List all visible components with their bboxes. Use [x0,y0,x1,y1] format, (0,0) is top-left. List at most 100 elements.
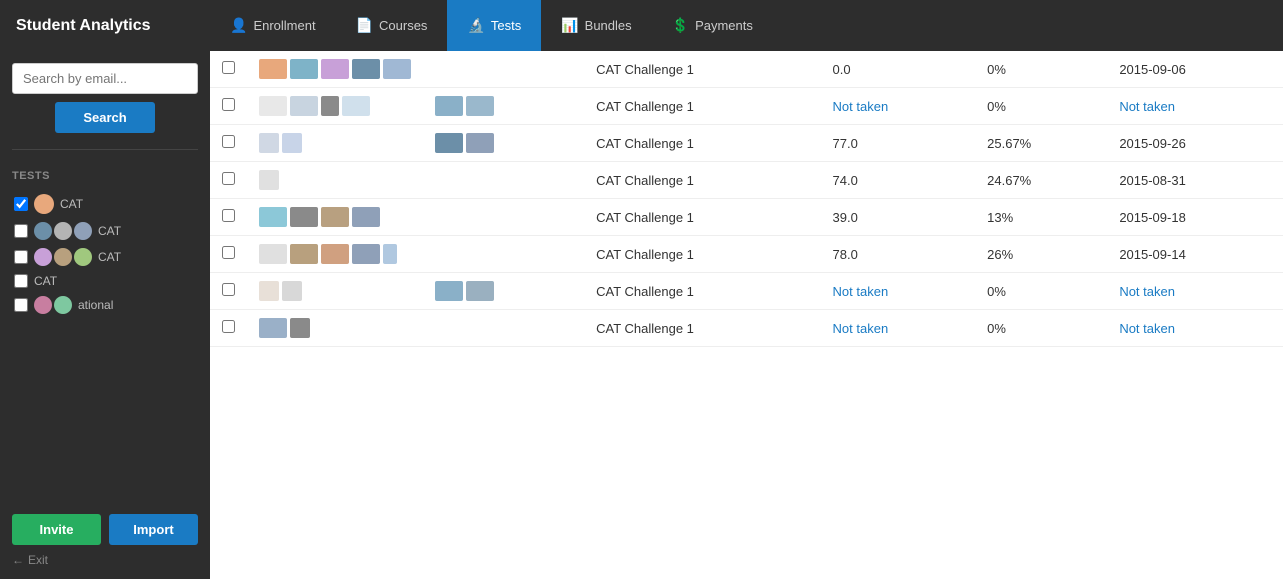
date-cell: Not taken [1107,310,1283,347]
table-row: CAT Challenge 1 0.0 0% 2015-09-06 [210,51,1283,88]
table-row: CAT Challenge 1 39.0 13% 2015-09-18 [210,199,1283,236]
payments-icon: 💲 [672,17,689,34]
percent-cell: 0% [975,310,1107,347]
date-cell: 2015-09-06 [1107,51,1283,88]
avatar-block [435,133,463,153]
search-button[interactable]: Search [55,102,154,133]
test-avatar-2a [34,222,52,240]
avatar-block [352,244,380,264]
avatar-group [259,207,411,227]
test-name: CAT Challenge 1 [584,273,820,310]
test-name: CAT Challenge 1 [584,310,820,347]
avatar-block [321,59,349,79]
test-avatar-3b [54,248,72,266]
avatar-block [290,96,318,116]
exit-link[interactable]: ← Exit [12,553,198,567]
invite-button[interactable]: Invite [12,514,101,545]
test-avatar-5a [34,296,52,314]
avatar-block [259,133,279,153]
score-cell: 74.0 [821,162,976,199]
avatar-group [259,133,411,153]
row-checkbox[interactable] [222,135,235,148]
sidebar-footer: Invite Import ← Exit [12,504,198,567]
avatar-block [466,96,494,116]
date-cell: 2015-09-14 [1107,236,1283,273]
score-cell: Not taken [821,88,976,125]
test-name: CAT Challenge 1 [584,51,820,88]
exit-arrow-icon: ← [12,553,24,567]
date-cell: Not taken [1107,88,1283,125]
table-row: CAT Challenge 1 74.0 24.67% 2015-08-31 [210,162,1283,199]
avatar-block [290,207,318,227]
score-cell: 78.0 [821,236,976,273]
row-checkbox[interactable] [222,172,235,185]
avatar-block [466,281,494,301]
avatar-block [342,96,370,116]
row-checkbox[interactable] [222,246,235,259]
test-item-5[interactable]: ational [12,292,198,318]
avatar-block [259,59,287,79]
avatar-block [290,318,310,338]
date-cell: 2015-09-26 [1107,125,1283,162]
test-avatar-2c [74,222,92,240]
avatar-block [259,244,287,264]
row-checkbox[interactable] [222,283,235,296]
avatar-block [259,281,279,301]
tab-courses[interactable]: 📄 Courses [336,0,448,51]
tab-bundles[interactable]: 📊 Bundles [541,0,651,51]
enrollment-icon: 👤 [230,17,247,34]
test-item-1[interactable]: CAT [12,190,198,218]
date-cell: Not taken [1107,273,1283,310]
avatar-block [290,244,318,264]
test-item-4[interactable]: CAT [12,270,198,292]
main-layout: Search TESTS CAT CAT CAT [0,51,1283,579]
avatar-block [259,170,279,190]
table-row: CAT Challenge 1 Not taken 0% Not taken [210,88,1283,125]
row-checkbox[interactable] [222,98,235,111]
import-button[interactable]: Import [109,514,198,545]
row-checkbox[interactable] [222,61,235,74]
avatar-block [352,207,380,227]
avatar-block [435,96,463,116]
table-row: CAT Challenge 1 77.0 25.67% 2015-09-26 [210,125,1283,162]
avatar-group [259,170,411,190]
footer-buttons: Invite Import [12,514,198,545]
test-checkbox-3[interactable] [14,250,28,264]
avatar-block [321,96,339,116]
test-name: CAT Challenge 1 [584,125,820,162]
test-name: CAT Challenge 1 [584,236,820,273]
tests-icon: 🔬 [467,17,484,34]
test-item-2[interactable]: CAT [12,218,198,244]
search-input[interactable] [12,63,198,94]
test-avatar-3c [74,248,92,266]
row-checkbox[interactable] [222,320,235,333]
avatar-block [383,59,411,79]
test-checkbox-1[interactable] [14,197,28,211]
app-title: Student Analytics [0,17,210,35]
test-checkbox-5[interactable] [14,298,28,312]
avatar-group [259,59,411,79]
nav-tabs: 👤 Enrollment 📄 Courses 🔬 Tests 📊 Bundles… [210,0,773,51]
results-table: CAT Challenge 1 0.0 0% 2015-09-06 [210,51,1283,347]
percent-cell: 26% [975,236,1107,273]
avatar-group [259,318,411,338]
tab-enrollment[interactable]: 👤 Enrollment [210,0,336,51]
test-name: CAT Challenge 1 [584,199,820,236]
percent-cell: 0% [975,51,1107,88]
score-cell: 39.0 [821,199,976,236]
content-area: CAT Challenge 1 0.0 0% 2015-09-06 [210,51,1283,579]
avatar-block [282,281,302,301]
test-item-3[interactable]: CAT [12,244,198,270]
tab-payments[interactable]: 💲 Payments [652,0,773,51]
test-avatar-1 [34,194,54,214]
date-cell: 2015-08-31 [1107,162,1283,199]
score-cell: Not taken [821,273,976,310]
test-checkbox-2[interactable] [14,224,28,238]
avatar-group [259,96,411,116]
sidebar: Search TESTS CAT CAT CAT [0,51,210,579]
row-checkbox[interactable] [222,209,235,222]
tab-tests[interactable]: 🔬 Tests [447,0,541,51]
avatar-block [259,207,287,227]
test-checkbox-4[interactable] [14,274,28,288]
avatar-block [435,281,463,301]
